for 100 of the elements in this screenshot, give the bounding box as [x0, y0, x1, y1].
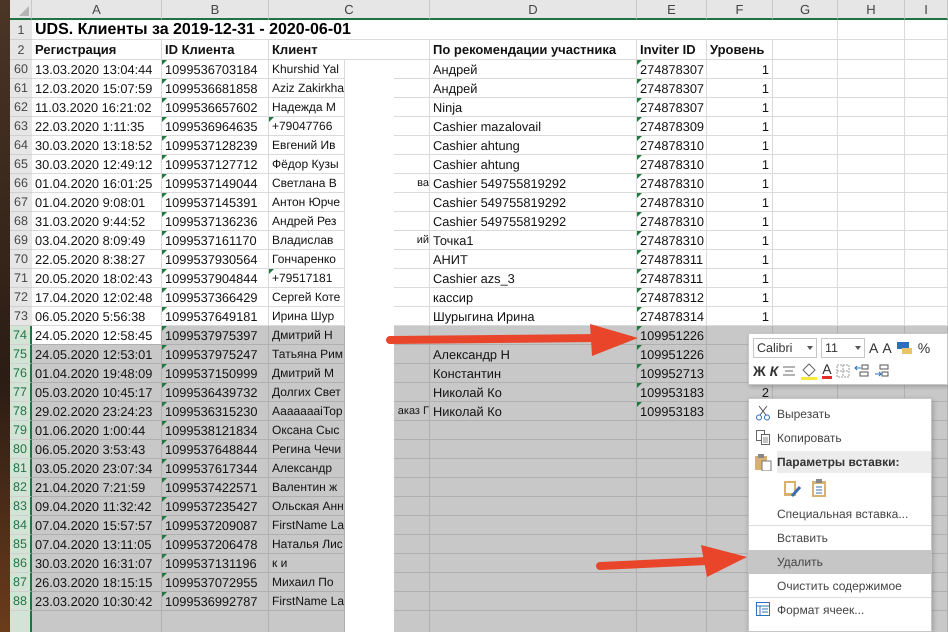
increase-decimal-icon[interactable]: [854, 364, 870, 378]
table-cell: [838, 231, 905, 250]
row-header[interactable]: 68: [10, 212, 32, 231]
menu-item[interactable]: Удалить: [749, 550, 931, 574]
table-cell: [394, 136, 430, 155]
fill-color-icon[interactable]: [800, 362, 818, 380]
font-dropdown[interactable]: Calibri: [753, 338, 817, 358]
row-header[interactable]: 75: [10, 345, 32, 364]
column-header[interactable]: G: [773, 0, 838, 20]
table-cell: [773, 155, 838, 174]
menu-item[interactable]: Вырезать: [749, 402, 931, 426]
row-header[interactable]: 62: [10, 98, 32, 117]
row-header[interactable]: 87: [10, 573, 32, 592]
align-center-icon[interactable]: [782, 364, 796, 376]
row-header[interactable]: 2: [10, 40, 32, 60]
row-header[interactable]: 85: [10, 535, 32, 554]
table-cell: Khurshid Yal: [269, 60, 345, 79]
menu-item[interactable]: Специальная вставка...: [749, 502, 931, 526]
column-header[interactable]: E: [637, 0, 707, 20]
column-header[interactable]: B: [162, 0, 269, 20]
table-cell: [905, 98, 948, 117]
row-header[interactable]: 78: [10, 402, 32, 421]
table-cell: 1099537930564: [162, 250, 269, 269]
table-icon: [755, 600, 771, 616]
row-header[interactable]: 69: [10, 231, 32, 250]
column-header[interactable]: A: [32, 0, 162, 20]
table-cell: Cashier 549755819292: [430, 212, 637, 231]
table-cell: 07.04.2020 15:57:57: [32, 516, 162, 535]
decrease-font-button[interactable]: A: [882, 340, 892, 356]
table-cell: [773, 136, 838, 155]
table-cell: Андрей: [430, 60, 637, 79]
row-header[interactable]: 70: [10, 250, 32, 269]
table-cell: 23.03.2020 10:30:42: [32, 592, 162, 611]
row-header[interactable]: 81: [10, 459, 32, 478]
table-cell: 274878307: [637, 79, 707, 98]
table-cell: ий: [394, 231, 430, 250]
row-header[interactable]: 83: [10, 497, 32, 516]
row-header[interactable]: 61: [10, 79, 32, 98]
table-cell: Михаил По: [269, 573, 345, 592]
table-cell: 1099537145391: [162, 193, 269, 212]
table-cell: Андрей: [430, 79, 637, 98]
row-header[interactable]: 67: [10, 193, 32, 212]
paste-formatting-icon[interactable]: [783, 478, 801, 498]
increase-font-button[interactable]: A: [869, 340, 878, 356]
row-header[interactable]: 63: [10, 117, 32, 136]
paste-icon[interactable]: [811, 478, 827, 498]
table-cell: 31.03.2020 9:44:52: [32, 212, 162, 231]
table-cell: FirstName La: [269, 516, 345, 535]
column-header[interactable]: C: [269, 0, 430, 20]
row-header[interactable]: 84: [10, 516, 32, 535]
table-cell: 1099537649181: [162, 307, 269, 326]
row-header[interactable]: 82: [10, 478, 32, 497]
table-cell: [637, 440, 707, 459]
header-cell: По рекомендации участника: [430, 40, 637, 60]
row-header[interactable]: 64: [10, 136, 32, 155]
table-cell: [905, 212, 948, 231]
row-header[interactable]: 66: [10, 174, 32, 193]
row-header[interactable]: 65: [10, 155, 32, 174]
clipboard-icon: [754, 453, 772, 471]
menu-item[interactable]: Очистить содержимое: [749, 574, 931, 598]
table-cell: Татьяна Рим: [269, 345, 345, 364]
table-cell: [773, 212, 838, 231]
table-cell: [394, 212, 430, 231]
row-header[interactable]: 76: [10, 364, 32, 383]
table-cell: [637, 611, 707, 632]
row-header[interactable]: [10, 611, 32, 632]
row-header[interactable]: 73: [10, 307, 32, 326]
table-cell: [394, 459, 430, 478]
percent-button[interactable]: %: [918, 340, 930, 356]
bold-button[interactable]: Ж: [753, 362, 766, 378]
row-header[interactable]: 86: [10, 554, 32, 573]
row-header[interactable]: 79: [10, 421, 32, 440]
font-color-button[interactable]: A: [822, 362, 832, 379]
row-header[interactable]: 80: [10, 440, 32, 459]
table-cell: [394, 345, 430, 364]
row-header[interactable]: 74: [10, 326, 32, 345]
table-cell: 1: [707, 60, 773, 79]
row-header[interactable]: 1: [10, 20, 32, 40]
column-header[interactable]: D: [430, 0, 637, 20]
borders-icon[interactable]: [836, 364, 850, 378]
currency-format-icon[interactable]: [896, 340, 914, 356]
column-header[interactable]: I: [905, 0, 948, 20]
row-header[interactable]: 88: [10, 592, 32, 611]
menu-item[interactable]: Копировать: [749, 426, 931, 450]
menu-item[interactable]: Вставить: [749, 526, 931, 550]
italic-button[interactable]: К: [770, 362, 778, 378]
decrease-decimal-icon[interactable]: [874, 364, 890, 378]
select-all-corner[interactable]: [10, 0, 32, 20]
column-header[interactable]: H: [838, 0, 905, 20]
table-cell: 1099536992787: [162, 592, 269, 611]
row-header[interactable]: 60: [10, 60, 32, 79]
font-size-dropdown[interactable]: 11: [821, 338, 865, 358]
row-header[interactable]: 71: [10, 269, 32, 288]
table-cell: 274878312: [637, 288, 707, 307]
table-cell: 03.05.2020 23:07:34: [32, 459, 162, 478]
menu-item[interactable]: Формат ячеек...: [749, 598, 931, 622]
row-header[interactable]: 72: [10, 288, 32, 307]
row-header[interactable]: 77: [10, 383, 32, 402]
column-header[interactable]: F: [707, 0, 773, 20]
table-cell: Cashier mazalovail: [430, 117, 637, 136]
